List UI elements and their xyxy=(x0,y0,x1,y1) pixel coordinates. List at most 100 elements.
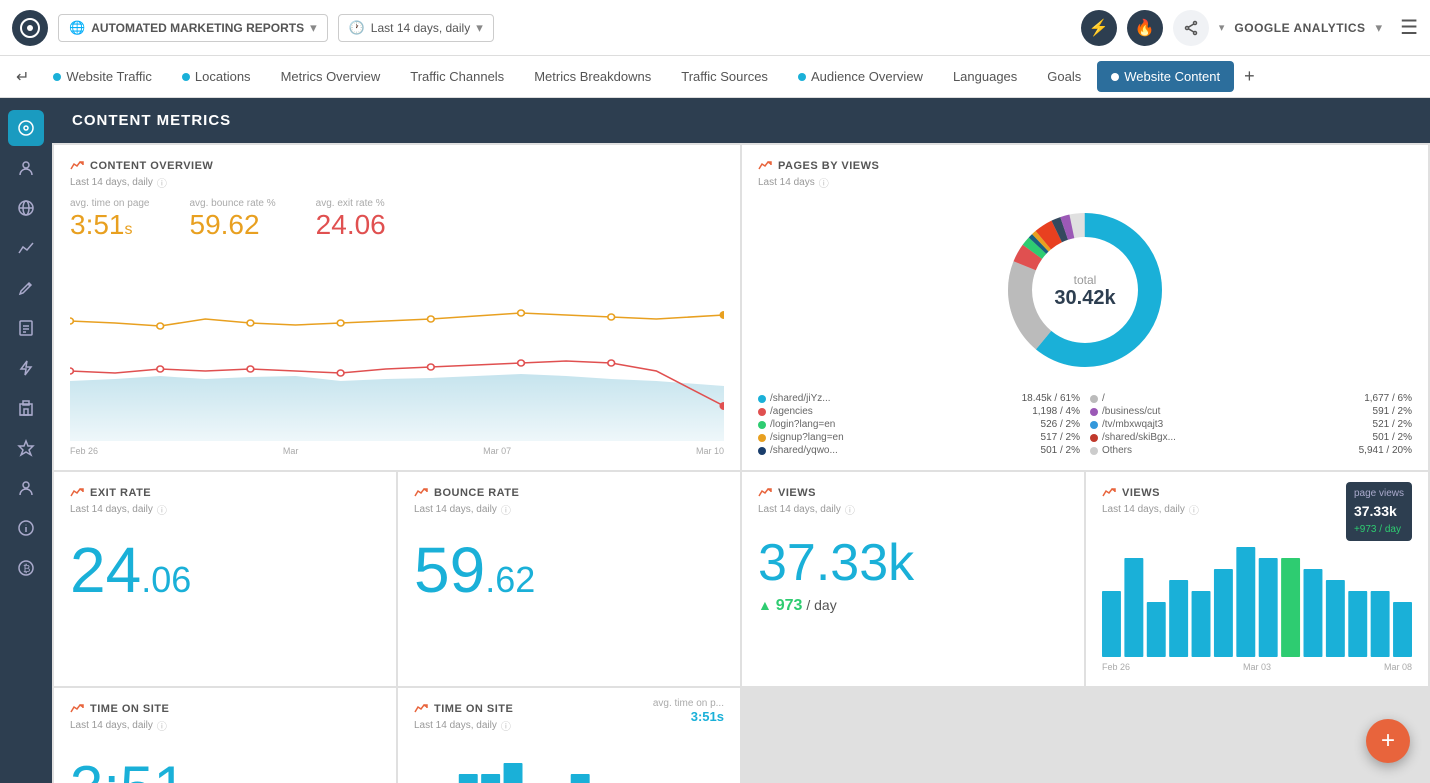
views-big-value: 37.33k xyxy=(758,533,1068,593)
clock-icon: 🕐 xyxy=(349,20,365,36)
tab-audience-overview[interactable]: Audience Overview xyxy=(784,61,937,92)
tab-metrics-overview[interactable]: Metrics Overview xyxy=(267,61,395,92)
sidebar-item-reports[interactable] xyxy=(8,310,44,346)
analytics-arrow-icon: ▾ xyxy=(1376,20,1383,36)
legend-item: / 1,677 / 6% xyxy=(1090,393,1412,404)
fab-button[interactable]: + xyxy=(1366,719,1410,763)
card-subtitle: Last 14 days, daily ⓘ xyxy=(70,502,380,517)
trend-icon xyxy=(414,702,428,716)
tab-label: Traffic Sources xyxy=(681,69,768,84)
info-icon: ⓘ xyxy=(157,718,167,733)
card-pages-by-views: PAGES BY VIEWS Last 14 days ⓘ xyxy=(742,145,1428,470)
views-sub: ▲ 973 / day xyxy=(758,597,1068,615)
sidebar-item-account[interactable] xyxy=(8,470,44,506)
lightning-icon-btn[interactable]: ⚡ xyxy=(1081,10,1117,46)
legend-dot xyxy=(1090,421,1098,429)
tab-label: Website Content xyxy=(1124,69,1220,84)
sidebar-item-edit[interactable] xyxy=(8,270,44,306)
legend-dot xyxy=(1090,434,1098,442)
tab-website-content[interactable]: Website Content xyxy=(1097,61,1234,92)
sidebar: ₿ xyxy=(0,98,52,783)
topbar-icons: ⚡ 🔥 ▾ GOOGLE ANALYTICS ▾ ☰ xyxy=(1081,10,1418,46)
topbar: 🌐 AUTOMATED MARKETING REPORTS ▾ 🕐 Last 1… xyxy=(0,0,1430,56)
tab-dot xyxy=(53,73,61,81)
exit-stat: avg. exit rate % 24.06 xyxy=(316,198,386,241)
tab-label: Audience Overview xyxy=(811,69,923,84)
avg-time-label: avg. time on page xyxy=(70,198,150,209)
legend-item: /tv/mbxwqajt3 521 / 2% xyxy=(1090,419,1412,430)
legend-dot xyxy=(758,421,766,429)
tab-website-traffic[interactable]: Website Traffic xyxy=(39,61,166,92)
info-icon: ⓘ xyxy=(819,175,829,190)
date-label: Last 14 days, daily xyxy=(371,21,470,35)
legend-dot xyxy=(1090,395,1098,403)
card-time-on-site-big: TIME ON SITE Last 14 days, daily ⓘ 3:51s xyxy=(54,688,396,783)
info-icon: ⓘ xyxy=(157,502,167,517)
card-title: CONTENT OVERVIEW xyxy=(70,159,724,173)
report-arrow-icon: ▾ xyxy=(310,20,317,36)
trend-icon xyxy=(758,486,772,500)
sidebar-item-lightning[interactable] xyxy=(8,350,44,386)
avg-time-value: 3:51s xyxy=(70,209,150,241)
card-subtitle: Last 14 days, daily ⓘ xyxy=(70,718,380,733)
trend-icon xyxy=(70,702,84,716)
legend-dot xyxy=(1090,447,1098,455)
donut-container: total 30.42k xyxy=(758,200,1412,383)
tab-traffic-channels[interactable]: Traffic Channels xyxy=(396,61,518,92)
logo-icon xyxy=(12,10,48,46)
donut-legend: /shared/jiYz... 18.45k / 61% / 1,677 / 6… xyxy=(758,393,1412,456)
exit-rate-value: 24.06 xyxy=(70,533,380,607)
tab-traffic-sources[interactable]: Traffic Sources xyxy=(667,61,782,92)
tab-metrics-breakdowns[interactable]: Metrics Breakdowns xyxy=(520,61,665,92)
sidebar-item-star[interactable] xyxy=(8,430,44,466)
trend-icon xyxy=(1102,486,1116,500)
card-views-chart: VIEWS Last 14 days, daily ⓘ page views 3… xyxy=(1086,472,1428,686)
share-icon-btn[interactable] xyxy=(1173,10,1209,46)
tab-locations[interactable]: Locations xyxy=(168,61,265,92)
views-bar-chart xyxy=(1102,547,1412,657)
date-arrow-icon: ▾ xyxy=(476,20,483,36)
bounce-stat: avg. bounce rate % 59.62 xyxy=(190,198,276,241)
legend-item: /shared/jiYz... 18.45k / 61% xyxy=(758,393,1080,404)
nav-back-icon[interactable]: ↵ xyxy=(8,63,37,91)
tab-label: Metrics Breakdowns xyxy=(534,69,651,84)
share-arrow-icon: ▾ xyxy=(1219,21,1225,34)
sidebar-item-users[interactable] xyxy=(8,150,44,186)
tab-languages[interactable]: Languages xyxy=(939,61,1031,92)
legend-item: /shared/yqwo... 501 / 2% xyxy=(758,445,1080,456)
tab-goals[interactable]: Goals xyxy=(1033,61,1095,92)
stats-row: avg. time on page 3:51s avg. bounce rate… xyxy=(70,198,724,241)
globe-icon: 🌐 xyxy=(69,20,85,36)
layout: ₿ CONTENT METRICS CONTENT OVERVIEW Last … xyxy=(0,98,1430,783)
tab-label: Locations xyxy=(195,69,251,84)
main-content: CONTENT METRICS CONTENT OVERVIEW Last 14… xyxy=(52,98,1430,783)
legend-dot xyxy=(758,408,766,416)
legend-dot xyxy=(758,395,766,403)
card-title: TIME ON SITE xyxy=(70,702,380,716)
bounce-label: avg. bounce rate % xyxy=(190,198,276,209)
card-subtitle: Last 14 days, daily ⓘ xyxy=(758,502,1068,517)
date-selector[interactable]: 🕐 Last 14 days, daily ▾ xyxy=(338,14,494,42)
tab-dot xyxy=(1111,73,1119,81)
sidebar-item-billing[interactable]: ₿ xyxy=(8,550,44,586)
sidebar-item-dashboard[interactable] xyxy=(8,110,44,146)
card-exit-rate: EXIT RATE Last 14 days, daily ⓘ 24.06 xyxy=(54,472,396,686)
dashboard-grid: CONTENT OVERVIEW Last 14 days, daily ⓘ a… xyxy=(52,143,1430,783)
sidebar-item-info[interactable] xyxy=(8,510,44,546)
time-site-bar-chart xyxy=(414,763,724,783)
info-icon: ⓘ xyxy=(845,502,855,517)
content-overview-chart xyxy=(70,241,724,441)
sidebar-item-flow[interactable] xyxy=(8,230,44,266)
exit-label: avg. exit rate % xyxy=(316,198,386,209)
legend-dot xyxy=(1090,408,1098,416)
sidebar-item-globe[interactable] xyxy=(8,190,44,226)
report-selector[interactable]: 🌐 AUTOMATED MARKETING REPORTS ▾ xyxy=(58,14,328,42)
bar-tooltip: page views 37.33k +973 / day xyxy=(1346,482,1412,541)
hamburger-icon[interactable]: ☰ xyxy=(1400,15,1418,40)
info-icon: ⓘ xyxy=(501,718,511,733)
card-title: PAGES BY VIEWS xyxy=(758,159,1412,173)
tab-add-icon[interactable]: + xyxy=(1236,62,1263,91)
sidebar-item-building[interactable] xyxy=(8,390,44,426)
avg-time-stat: avg. time on page 3:51s xyxy=(70,198,150,241)
fire-icon-btn[interactable]: 🔥 xyxy=(1127,10,1163,46)
